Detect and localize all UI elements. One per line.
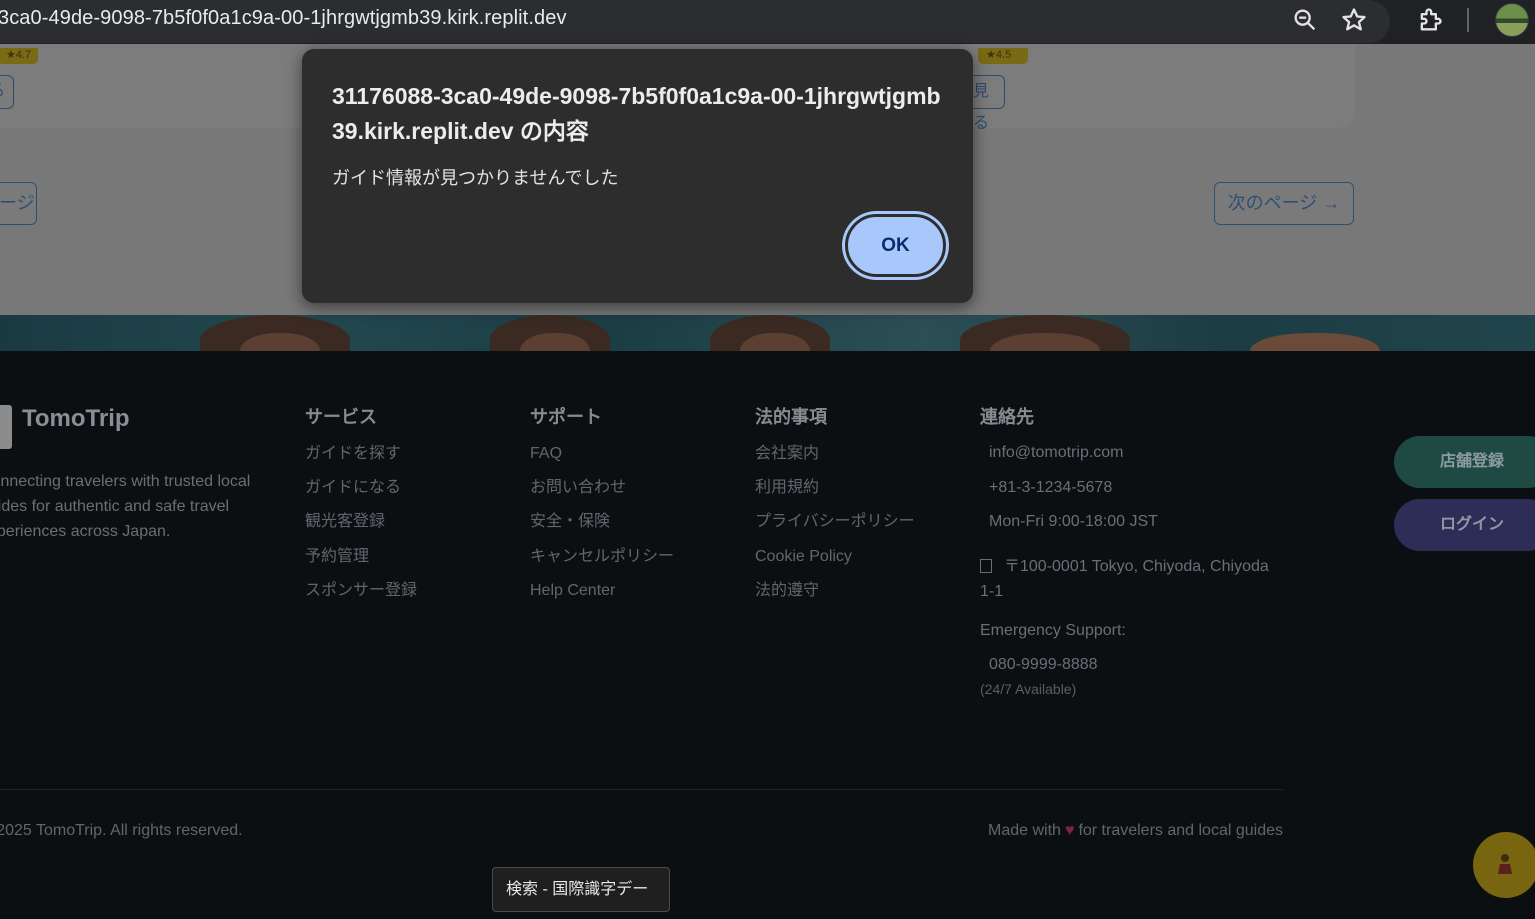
contact-email[interactable]: info@tomotrip.com <box>980 444 1280 479</box>
footer-link[interactable]: 会社案内 <box>755 444 915 478</box>
footer-link[interactable]: プライバシーポリシー <box>755 512 915 546</box>
footer-link[interactable]: Help Center <box>530 581 674 615</box>
made-with: Made with ♥ for travelers and local guides <box>988 822 1283 840</box>
dialog-title: 31176088-3ca0-49de-9098-7b5f0f0a1c9a-00-… <box>332 83 941 144</box>
made-with-suffix: for travelers and local guides <box>1078 822 1283 839</box>
column-heading: 連絡先 <box>980 407 1034 427</box>
login-button[interactable]: ログイン <box>1394 499 1535 551</box>
emergency-phone[interactable]: 080-9999-8888 <box>980 656 1280 681</box>
footer-link[interactable]: FAQ <box>530 444 674 478</box>
footer-column-support: サポート FAQ お問い合わせ 安全・保険 キャンセルポリシー Help Cen… <box>530 403 674 615</box>
footer-link[interactable]: 法的遵守 <box>755 581 915 615</box>
toolbar-separator <box>1467 8 1469 32</box>
footer-link[interactable]: ガイドを探す <box>305 444 417 478</box>
emergency-label: Emergency Support: <box>980 621 1126 639</box>
footer-column-contact: 連絡先 info@tomotrip.com +81-3-1234-5678 Mo… <box>980 403 1280 697</box>
copyright: © 2025 TomoTrip. All rights reserved. <box>0 822 243 839</box>
footer-link[interactable]: 観光客登録 <box>305 512 417 546</box>
footer-divider <box>0 789 1283 790</box>
url-text[interactable]: 3-3ca0-49de-9098-7b5f0f0a1c9a-00-1jhrgwt… <box>0 7 567 30</box>
address-text: 〒100-0001 Tokyo, Chiyoda, Chiyoda 1-1 <box>980 557 1269 600</box>
alert-dialog: 31176088-3ca0-49de-9098-7b5f0f0a1c9a-00-… <box>302 49 973 303</box>
rating-badge: ★4.7 <box>0 48 38 64</box>
heart-icon: ♥ <box>1064 822 1075 839</box>
contact-phone[interactable]: +81-3-1234-5678 <box>980 479 1280 514</box>
building-icon <box>980 558 992 573</box>
footer-link[interactable]: お問い合わせ <box>530 478 674 512</box>
floating-action-button[interactable] <box>1473 832 1535 898</box>
emergency-note: (24/7 Available) <box>980 680 1077 697</box>
contact-hours: Mon-Fri 9:00-18:00 JST <box>989 513 1158 530</box>
column-heading: サポート <box>530 407 602 427</box>
footer-link[interactable]: Cookie Policy <box>755 547 915 581</box>
tooltip: 検索 - 国際識字デー <box>492 867 670 912</box>
brand-description: Connecting travelers with trusted local … <box>0 473 251 540</box>
contact-address: 〒100-0001 Tokyo, Chiyoda, Chiyoda 1-1 <box>980 554 1280 604</box>
brand-logo <box>0 405 12 449</box>
store-register-button[interactable]: 店舗登録 <box>1394 436 1535 488</box>
hero-figure <box>1250 333 1380 351</box>
rating-badge: ★4.5 <box>978 48 1028 64</box>
hero-image <box>0 315 1535 351</box>
column-heading: サービス <box>305 407 377 427</box>
footer-link[interactable]: 安全・保険 <box>530 512 674 546</box>
zoom-icon[interactable] <box>1291 6 1319 34</box>
ok-button[interactable]: OK <box>845 214 946 277</box>
footer-link[interactable]: 予約管理 <box>305 547 417 581</box>
column-heading: 法的事項 <box>755 407 827 427</box>
next-page-button[interactable]: 次のページ → <box>1214 182 1354 225</box>
profile-avatar[interactable] <box>1495 3 1529 37</box>
made-with-prefix: Made with <box>988 822 1061 839</box>
address-bar[interactable]: 3-3ca0-49de-9098-7b5f0f0a1c9a-00-1jhrgwt… <box>0 0 1390 43</box>
brand-name: TomoTrip <box>22 405 130 432</box>
extensions-puzzle-icon[interactable] <box>1416 6 1444 34</box>
browser-toolbar: 3-3ca0-49de-9098-7b5f0f0a1c9a-00-1jhrgwt… <box>0 0 1535 44</box>
bookmark-star-icon[interactable] <box>1340 6 1368 34</box>
guide-card <box>0 44 310 128</box>
footer-link[interactable]: スポンサー登録 <box>305 581 417 615</box>
footer-link[interactable]: ガイドになる <box>305 478 417 512</box>
prev-page-button[interactable]: ージ <box>0 182 37 225</box>
site-footer: TomoTrip Connecting travelers with trust… <box>0 351 1535 919</box>
person-icon <box>1498 854 1512 874</box>
footer-link[interactable]: キャンセルポリシー <box>530 547 674 581</box>
footer-column-legal: 法的事項 会社案内 利用規約 プライバシーポリシー Cookie Policy … <box>755 403 915 615</box>
dialog-message: ガイド情報が見つかりませんでした <box>332 168 619 188</box>
footer-link[interactable]: 利用規約 <box>755 478 915 512</box>
view-details-button[interactable]: る <box>0 75 14 109</box>
footer-column-services: サービス ガイドを探す ガイドになる 観光客登録 予約管理 スポンサー登録 <box>305 403 417 615</box>
